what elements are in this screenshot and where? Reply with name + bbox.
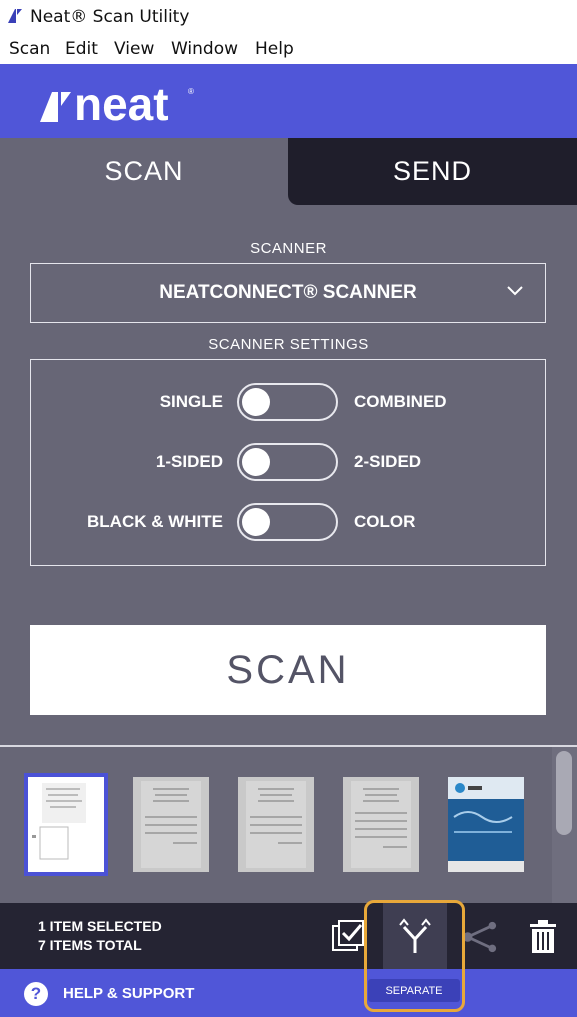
scan-button[interactable]: SCAN xyxy=(30,625,546,715)
window-title: Neat® Scan Utility xyxy=(30,7,190,27)
option-1-sided-label: 1-SIDED xyxy=(155,452,223,471)
menu-bar: Scan Edit View Window Help xyxy=(0,36,577,64)
items-total-count: 7 ITEMS TOTAL xyxy=(38,937,142,953)
scanner-label: SCANNER xyxy=(250,240,327,257)
items-selected-count: 1 ITEM SELECTED xyxy=(38,918,162,934)
title-bar: Neat® Scan Utility xyxy=(0,0,577,36)
menu-help[interactable]: Help xyxy=(255,39,294,59)
toggle-knob xyxy=(242,388,270,416)
receipt-image xyxy=(28,777,104,872)
toggle-knob xyxy=(242,448,270,476)
receipt-image xyxy=(343,777,419,872)
scanner-selected-value: NEATCONNECT® SCANNER xyxy=(159,282,417,303)
scanner-dropdown[interactable]: NEATCONNECT® SCANNER xyxy=(30,263,546,323)
single-combined-toggle[interactable] xyxy=(237,383,338,421)
scanned-items-tray xyxy=(0,747,577,903)
scan-thumbnail[interactable] xyxy=(448,777,524,872)
separate-highlight-outline xyxy=(364,900,465,1012)
help-support-link[interactable]: HELP & SUPPORT xyxy=(63,985,194,1002)
document-image xyxy=(448,777,524,872)
tab-send[interactable]: SEND xyxy=(288,138,577,205)
receipt-image xyxy=(133,777,209,872)
svg-text:®: ® xyxy=(188,87,194,96)
option-single-label: SINGLE xyxy=(159,392,223,411)
menu-view[interactable]: View xyxy=(114,39,154,59)
option-color-label: COLOR xyxy=(354,512,416,531)
neat-logo: neat ® xyxy=(38,78,208,131)
scan-thumbnail[interactable] xyxy=(133,777,209,872)
share-button[interactable] xyxy=(462,915,498,959)
option-2-sided-label: 2-SIDED xyxy=(354,452,422,471)
chevron-down-icon xyxy=(507,286,523,296)
tab-scan[interactable]: SCAN xyxy=(0,138,288,205)
color-mode-toggle[interactable] xyxy=(237,503,338,541)
option-combined-label: COMBINED xyxy=(354,392,447,411)
trash-icon xyxy=(530,920,556,953)
logo-text: neat xyxy=(74,80,169,126)
scanner-settings-label: SCANNER SETTINGS xyxy=(208,336,369,353)
neat-app-icon xyxy=(8,9,22,23)
scan-thumbnail[interactable] xyxy=(24,773,108,876)
checkbox-stack-icon xyxy=(332,920,364,951)
help-question-icon[interactable]: ? xyxy=(24,982,48,1006)
menu-scan[interactable]: Scan xyxy=(9,39,50,59)
scan-thumbnail[interactable] xyxy=(238,777,314,872)
scan-thumbnail[interactable] xyxy=(343,777,419,872)
sided-toggle[interactable] xyxy=(237,443,338,481)
menu-window[interactable]: Window xyxy=(171,39,238,59)
delete-button[interactable] xyxy=(525,915,561,959)
scrollbar-thumb[interactable] xyxy=(556,751,572,835)
select-all-button[interactable] xyxy=(331,915,367,959)
toggle-knob xyxy=(242,508,270,536)
share-icon xyxy=(462,921,497,953)
receipt-image xyxy=(238,777,314,872)
option-black-white-label: BLACK & WHITE xyxy=(87,512,223,531)
menu-edit[interactable]: Edit xyxy=(65,39,98,59)
